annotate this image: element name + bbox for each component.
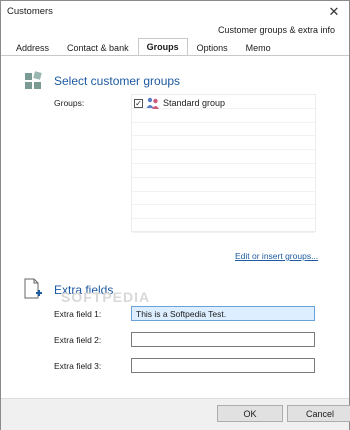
extra-field-1-input[interactable]: This is a Softpedia Test. bbox=[131, 306, 315, 321]
cancel-button[interactable]: Cancel bbox=[287, 405, 350, 422]
customers-dialog: Customers ✕ Customer groups & extra info… bbox=[0, 0, 350, 430]
tab-options[interactable]: Options bbox=[188, 39, 237, 55]
ok-button[interactable]: OK bbox=[217, 405, 283, 422]
close-icon[interactable]: ✕ bbox=[319, 1, 349, 23]
softpedia-watermark: SOFTPEDIA bbox=[61, 289, 151, 305]
header-info: Customer groups & extra info bbox=[217, 25, 335, 35]
group-item-label: Standard group bbox=[163, 98, 226, 108]
customer-groups-icon bbox=[25, 71, 42, 89]
tab-contact-bank[interactable]: Contact & bank bbox=[58, 39, 138, 55]
group-people-icon bbox=[146, 97, 159, 109]
groups-section-title: Select customer groups bbox=[54, 74, 181, 88]
group-checkbox[interactable]: ✓ bbox=[134, 98, 143, 108]
tab-memo[interactable]: Memo bbox=[237, 39, 280, 55]
extra-field-3-input[interactable] bbox=[131, 358, 315, 373]
tab-address[interactable]: Address bbox=[7, 39, 58, 55]
tab-groups[interactable]: Groups bbox=[137, 38, 188, 56]
extra-field-2-label: Extra field 2: bbox=[54, 335, 102, 345]
extra-field-2-input[interactable] bbox=[131, 332, 315, 347]
extra-field-1-label: Extra field 1: bbox=[54, 309, 102, 319]
group-item-standard[interactable]: ✓ Standard group bbox=[134, 97, 225, 109]
tab-divider bbox=[1, 55, 349, 56]
extra-fields-icon bbox=[24, 278, 42, 299]
groups-list[interactable] bbox=[131, 94, 316, 233]
extra-field-3-label: Extra field 3: bbox=[54, 361, 102, 371]
groups-label: Groups: bbox=[54, 98, 85, 108]
dialog-footer: OK Cancel bbox=[1, 398, 350, 430]
tab-bar: Address Contact & bank Groups Options Me… bbox=[7, 38, 280, 56]
title-bar: Customers ✕ bbox=[1, 1, 349, 23]
window-title: Customers bbox=[7, 6, 53, 17]
edit-groups-link[interactable]: Edit or insert groups... bbox=[235, 251, 318, 261]
